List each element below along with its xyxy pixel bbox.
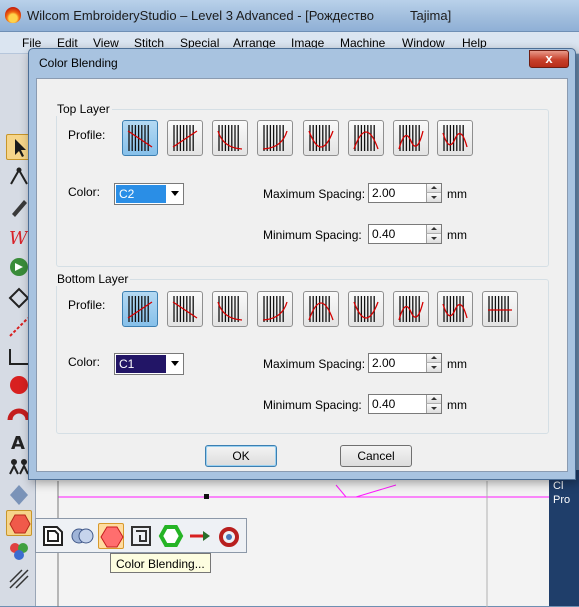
top-min-unit: mm — [447, 228, 467, 242]
spin-up-icon[interactable] — [426, 184, 441, 193]
top-profile-label: Profile: — [68, 128, 106, 142]
bottom-max-spacing-label: Maximum Spacing: — [263, 357, 366, 371]
top-color-swatch: C2 — [116, 185, 166, 203]
top-max-spacing-stepper[interactable] — [368, 183, 442, 203]
circular-tool-icon[interactable] — [216, 523, 242, 549]
hexagon-outline-icon[interactable] — [158, 523, 184, 549]
top-color-label: Color: — [68, 185, 101, 199]
spin-down-icon[interactable] — [426, 363, 441, 372]
profile-inverse-wave-icon — [442, 125, 468, 151]
svg-text:A: A — [11, 433, 25, 454]
spin-down-icon[interactable] — [426, 193, 441, 202]
top-max-spacing-input[interactable] — [369, 184, 427, 202]
profile-double-wave-button[interactable] — [393, 291, 429, 327]
cancel-button[interactable]: Cancel — [340, 445, 412, 467]
group-tool-icon[interactable] — [6, 538, 32, 564]
profile-arch-down-button[interactable] — [303, 120, 339, 156]
spin-down-icon[interactable] — [426, 234, 441, 243]
profile-flat-descending-icon — [127, 125, 153, 151]
profile-double-wave-icon — [398, 125, 424, 151]
profile-curve-down-button[interactable] — [257, 291, 293, 327]
pattern-fill-icon[interactable] — [128, 523, 154, 549]
docker-label-2: Pro — [553, 494, 571, 506]
chevron-down-icon — [171, 191, 179, 196]
profile-double-wave-button[interactable] — [393, 120, 429, 156]
bottom-color-label: Color: — [68, 355, 101, 369]
tooltip: Color Blending... — [110, 553, 211, 573]
profile-arch-down-button[interactable] — [348, 291, 384, 327]
profile-arch-up-icon — [353, 125, 379, 151]
outline-tool-icon[interactable] — [40, 523, 66, 549]
profile-flat-ascending-button[interactable] — [167, 120, 203, 156]
dialog-title: Color Blending — [39, 56, 118, 70]
spin-up-icon[interactable] — [426, 354, 441, 363]
app-title: Wilcom EmbroideryStudio – Level 3 Advanc… — [27, 8, 452, 23]
bottom-color-select[interactable]: C1 — [114, 353, 184, 375]
profile-curve-up-button[interactable] — [212, 291, 248, 327]
bottom-profile-label: Profile: — [68, 298, 106, 312]
profile-flat-descending-button[interactable] — [167, 291, 203, 327]
dialog-close-button[interactable]: x — [529, 50, 569, 68]
top-min-spacing-input[interactable] — [369, 225, 427, 243]
bottom-max-spacing-input[interactable] — [369, 354, 427, 372]
profile-arch-up-button[interactable] — [303, 291, 339, 327]
profile-arch-up-icon — [308, 296, 334, 322]
profile-flat-descending-button[interactable] — [122, 120, 158, 156]
app-logo-icon — [5, 7, 21, 23]
top-max-spacing-label: Maximum Spacing: — [263, 187, 366, 201]
bottom-layer-title: Bottom Layer — [55, 272, 131, 286]
right-docker-panel: Cl Pro — [549, 470, 579, 606]
close-icon: x — [545, 51, 553, 66]
spin-up-icon[interactable] — [426, 225, 441, 234]
profile-curve-down-icon — [262, 125, 288, 151]
profile-arch-down-icon — [353, 296, 379, 322]
profile-flat-level-button[interactable] — [482, 291, 518, 327]
bottom-min-unit: mm — [447, 398, 467, 412]
top-layer-title: Top Layer — [55, 102, 112, 116]
profile-inverse-wave-icon — [442, 296, 468, 322]
dialog-body: Top Layer Profile: Color: C2 Maximum Spa… — [36, 78, 568, 472]
color-blending-toolbar-icon[interactable] — [6, 510, 32, 536]
profile-flat-ascending-icon — [127, 296, 153, 322]
profile-inverse-wave-button[interactable] — [437, 291, 473, 327]
badge-tool-icon[interactable] — [6, 482, 32, 508]
profile-flat-descending-icon — [172, 296, 198, 322]
profile-inverse-wave-button[interactable] — [437, 120, 473, 156]
ok-button[interactable]: OK — [205, 445, 277, 467]
profile-double-wave-icon — [398, 296, 424, 322]
color-blending-dialog: Color Blending x Top Layer Profile: Colo… — [28, 48, 576, 480]
top-min-spacing-stepper[interactable] — [368, 224, 442, 244]
profile-curve-up-icon — [217, 296, 243, 322]
bottom-max-spacing-stepper[interactable] — [368, 353, 442, 373]
profile-flat-ascending-icon — [172, 125, 198, 151]
profile-flat-ascending-button[interactable] — [122, 291, 158, 327]
top-max-unit: mm — [447, 187, 467, 201]
app-titlebar: Wilcom EmbroideryStudio – Level 3 Advanc… — [0, 0, 579, 32]
profile-curve-up-button[interactable] — [212, 120, 248, 156]
bottom-max-unit: mm — [447, 357, 467, 371]
svg-text:W: W — [9, 228, 29, 249]
spin-down-icon[interactable] — [426, 404, 441, 413]
bottom-min-spacing-input[interactable] — [369, 395, 427, 413]
color-blending-icon[interactable] — [98, 523, 124, 549]
chevron-down-icon — [171, 361, 179, 366]
profile-curve-down-button[interactable] — [257, 120, 293, 156]
profile-curve-down-icon — [262, 296, 288, 322]
flyout-toolbar — [35, 518, 247, 553]
profile-arch-up-button[interactable] — [348, 120, 384, 156]
profile-flat-level-icon — [488, 296, 512, 322]
bottom-min-spacing-label: Minimum Spacing: — [263, 398, 362, 412]
top-min-spacing-label: Minimum Spacing: — [263, 228, 362, 242]
arrow-tool-icon[interactable] — [187, 523, 213, 549]
top-color-select[interactable]: C2 — [114, 183, 184, 205]
stitch-angle-icon[interactable] — [6, 566, 32, 592]
bottom-color-swatch: C1 — [116, 355, 166, 373]
profile-curve-up-icon — [217, 125, 243, 151]
overlap-circles-icon[interactable] — [69, 523, 95, 549]
spin-up-icon[interactable] — [426, 395, 441, 404]
bottom-min-spacing-stepper[interactable] — [368, 394, 442, 414]
profile-arch-down-icon — [308, 125, 334, 151]
docker-label-1: Cl — [553, 480, 564, 492]
